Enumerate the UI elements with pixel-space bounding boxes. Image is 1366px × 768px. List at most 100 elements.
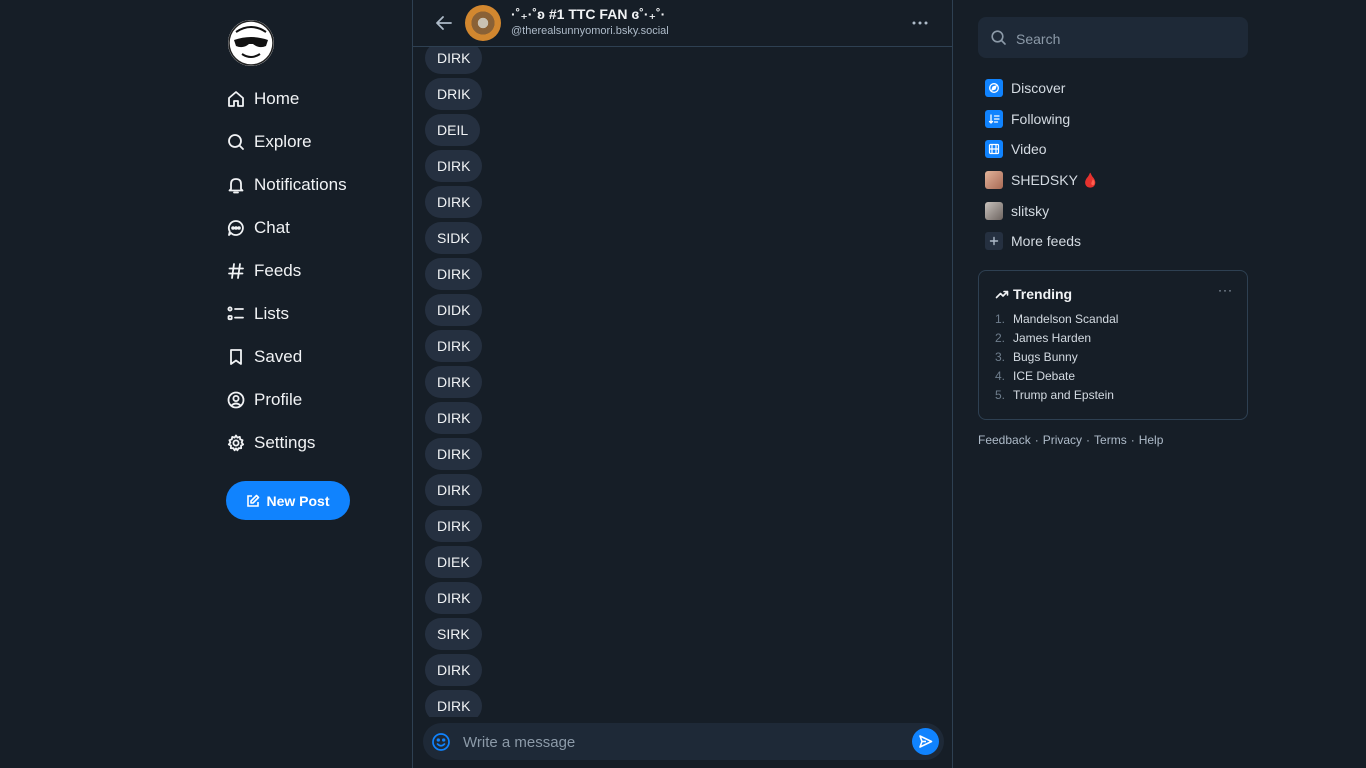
send-button[interactable] xyxy=(912,728,939,755)
message-bubble[interactable]: DIRK xyxy=(425,690,483,717)
message-row: DIRK xyxy=(425,510,483,546)
peer-handle[interactable]: @therealsunnyomori.bsky.social xyxy=(511,25,669,37)
trending-item[interactable]: 4. ICE Debate xyxy=(995,369,1118,388)
nav-item-feeds[interactable]: Feeds xyxy=(226,249,347,292)
feed-label: Discover xyxy=(1011,80,1066,97)
separator: · xyxy=(1086,433,1091,447)
conversation-pane: ·˚₊·˚ʚ #1 TTC FAN ɞ˚·₊˚· @therealsunnyom… xyxy=(412,0,953,768)
message-bubble[interactable]: SIRK xyxy=(425,618,482,650)
message-bubble[interactable]: DIRK xyxy=(425,366,483,398)
trend-rank: 5. xyxy=(995,388,1006,402)
back-button[interactable] xyxy=(433,12,455,34)
footer-links: Feedback · Privacy · Terms · Help xyxy=(978,433,1163,447)
search-icon xyxy=(226,132,246,152)
message-bubble[interactable]: DIRK xyxy=(425,402,483,434)
new-post-label: New Post xyxy=(266,492,330,509)
feed-label: slitsky xyxy=(1011,202,1050,219)
feed-item-shedsky[interactable]: SHEDSKY 🩸 xyxy=(985,165,1099,196)
feed-item-more-feeds[interactable]: More feeds xyxy=(985,226,1099,257)
feed-item-slitsky[interactable]: slitsky xyxy=(985,195,1099,226)
peer-display-name[interactable]: ·˚₊·˚ʚ #1 TTC FAN ɞ˚·₊˚· xyxy=(511,6,665,23)
message-bubble[interactable]: DIRK xyxy=(425,438,483,470)
peer-avatar[interactable] xyxy=(465,5,501,41)
emoji-button[interactable] xyxy=(431,732,451,752)
hash-icon xyxy=(226,261,246,281)
separator: · xyxy=(1130,433,1135,447)
trend-label: Bugs Bunny xyxy=(1013,350,1078,364)
nav-label: Feeds xyxy=(254,260,302,280)
message-bubble[interactable]: DIRK xyxy=(425,47,483,74)
feed-label: Video xyxy=(1011,141,1047,158)
trending-item[interactable]: 5. Trump and Epstein xyxy=(995,388,1118,407)
bell-icon xyxy=(226,175,246,195)
slitsky-avatar-icon xyxy=(985,201,1003,220)
message-row: DIEK xyxy=(425,546,482,582)
chat-icon xyxy=(226,218,246,238)
feed-item-video[interactable]: Video xyxy=(985,134,1099,165)
left-nav: Home Explore Notifications Chat Feeds Li… xyxy=(0,0,412,768)
message-row: DIRK xyxy=(425,258,483,294)
message-input[interactable] xyxy=(461,723,905,762)
message-bubble[interactable]: DRIK xyxy=(425,78,483,110)
message-bubble[interactable]: DIRK xyxy=(425,510,483,542)
message-row: DIRK xyxy=(425,330,483,366)
emoji-icon xyxy=(432,733,450,751)
main-nav: Home Explore Notifications Chat Feeds Li… xyxy=(226,77,347,464)
terms-link[interactable]: Terms xyxy=(1094,433,1127,447)
nav-item-explore[interactable]: Explore xyxy=(226,120,347,163)
feed-item-following[interactable]: Following xyxy=(985,104,1099,135)
message-row: DIRK xyxy=(425,438,483,474)
feedback-link[interactable]: Feedback xyxy=(978,433,1031,447)
message-bubble[interactable]: DIRK xyxy=(425,474,483,506)
new-post-button[interactable]: New Post xyxy=(226,481,350,520)
message-stack: DIRK DRIK DEIL DIRK DIRK SIDK DIRK DIDK DIRK DIRK… xyxy=(425,47,483,717)
feed-label: Following xyxy=(1011,110,1071,127)
trending-item[interactable]: 1. Mandelson Scandal xyxy=(995,312,1118,331)
message-composer xyxy=(423,723,944,762)
message-bubble[interactable]: DIRK xyxy=(425,186,483,218)
message-bubble[interactable]: DIRK xyxy=(425,330,483,362)
message-bubble[interactable]: DIRK xyxy=(425,150,483,182)
nav-item-notifications[interactable]: Notifications xyxy=(226,163,347,206)
trending-options-button[interactable]: ··· xyxy=(1218,283,1233,297)
gear-icon xyxy=(226,433,246,453)
nav-item-lists[interactable]: Lists xyxy=(226,292,347,335)
trending-item[interactable]: 3. Bugs Bunny xyxy=(995,350,1118,369)
message-row: DIRK xyxy=(425,474,483,510)
list-icon xyxy=(226,304,246,324)
nav-label: Chat xyxy=(254,217,290,237)
message-bubble[interactable]: DIEK xyxy=(425,546,482,578)
nav-item-saved[interactable]: Saved xyxy=(226,335,347,378)
feed-label: SHEDSKY 🩸 xyxy=(1011,171,1099,188)
conversation-options-button[interactable] xyxy=(910,14,930,32)
feed-label: More feeds xyxy=(1011,233,1082,250)
nav-item-chat[interactable]: Chat xyxy=(226,206,347,249)
help-link[interactable]: Help xyxy=(1139,433,1164,447)
nav-item-home[interactable]: Home xyxy=(226,77,347,120)
nav-item-settings[interactable]: Settings xyxy=(226,421,347,464)
send-icon xyxy=(919,735,933,748)
message-list[interactable]: DIRK DRIK DEIL DIRK DIRK SIDK DIRK DIDK DIRK DIRK… xyxy=(413,47,952,717)
trend-label: Mandelson Scandal xyxy=(1013,312,1119,326)
message-row: DIRK xyxy=(425,47,483,78)
avatar[interactable] xyxy=(228,20,274,66)
feed-item-discover[interactable]: Discover xyxy=(985,73,1099,104)
trending-item[interactable]: 2. James Harden xyxy=(995,331,1118,350)
video-icon xyxy=(985,140,1003,159)
message-row: SIDK xyxy=(425,222,482,258)
message-bubble[interactable]: DIRK xyxy=(425,582,483,614)
nav-label: Lists xyxy=(254,303,289,323)
search-input[interactable] xyxy=(1014,17,1238,60)
privacy-link[interactable]: Privacy xyxy=(1043,433,1082,447)
trending-panel: Trending ··· 1. Mandelson Scandal 2. James… xyxy=(978,270,1248,420)
message-bubble[interactable]: DIDK xyxy=(425,294,483,326)
trending-icon xyxy=(995,290,1009,299)
search-icon xyxy=(991,30,1006,45)
message-row: DIRK xyxy=(425,186,483,222)
nav-item-profile[interactable]: Profile xyxy=(226,378,347,421)
message-bubble[interactable]: DIRK xyxy=(425,258,483,290)
message-bubble[interactable]: DEIL xyxy=(425,114,481,146)
message-bubble[interactable]: SIDK xyxy=(425,222,482,254)
message-row: DEIL xyxy=(425,114,482,150)
message-bubble[interactable]: DIRK xyxy=(425,654,483,686)
